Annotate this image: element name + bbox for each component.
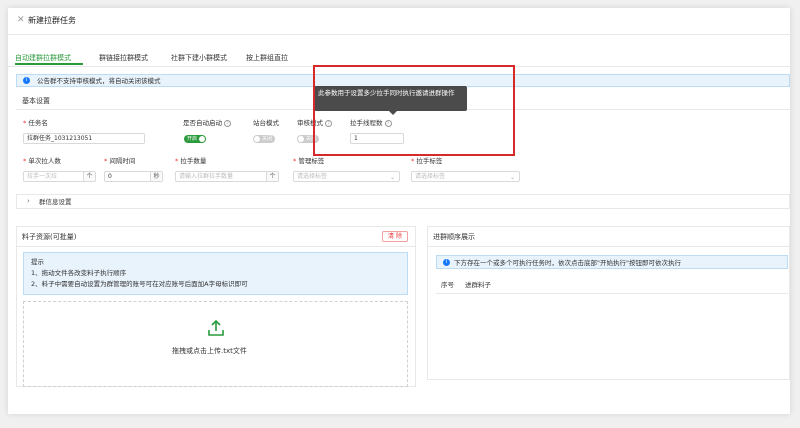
active-tab-indicator xyxy=(15,63,83,65)
tip-line: 2、料子中需要自动设置为群管理的账号可在对应账号后面加A字母标识即可 xyxy=(31,280,248,288)
interval-label: * 间隔时间 xyxy=(104,157,136,165)
interval-input[interactable]: 0秒 xyxy=(104,171,163,182)
group-info-label: 群信息设置 xyxy=(39,198,72,206)
unit-addon: 秒 xyxy=(150,172,162,181)
tip-line: 1、拖动文件各改变料子执行顺序 xyxy=(31,269,127,277)
close-icon[interactable]: ✕ xyxy=(17,16,25,25)
info-icon: i xyxy=(23,77,30,84)
unit-addon: 个 xyxy=(266,172,278,181)
divider xyxy=(427,246,790,247)
upload-text: 拖拽或点击上传.txt文件 xyxy=(172,347,247,355)
order-notice: i 下方存在一个或多个可执行任务时，依次点击底部"开始执行"按钮即可依次执行 xyxy=(436,255,788,269)
material-heading: 料子资源(可批量) xyxy=(22,233,77,241)
puller-count-label: * 拉手数量 xyxy=(175,157,207,165)
order-notice-text: 下方存在一个或多个可执行任务时，依次点击底部"开始执行"按钮即可依次执行 xyxy=(454,259,681,267)
dialog-title: 新建拉群任务 xyxy=(28,16,76,25)
task-name-input[interactable]: 拉群任务_1031213051 xyxy=(23,133,145,144)
clear-button[interactable]: 清 除 xyxy=(382,231,408,242)
puller-tag-label: * 拉手标签 xyxy=(411,157,443,165)
auto-start-label: 是否自动启动? xyxy=(183,119,231,127)
title-bar: ✕ 新建拉群任务 xyxy=(8,8,790,35)
divider xyxy=(16,246,416,247)
chevron-down-icon: ⌄ xyxy=(509,174,515,181)
help-icon[interactable]: ? xyxy=(224,119,231,127)
order-panel xyxy=(427,226,790,380)
per-invite-input[interactable]: 拉手一次拉个 xyxy=(23,171,96,182)
divider xyxy=(436,293,788,294)
chevron-down-icon: ⌄ xyxy=(389,174,395,181)
tab-group-link[interactable]: 群链接拉群模式 xyxy=(99,52,148,64)
chevron-right-icon: › xyxy=(27,197,30,205)
unit-addon: 个 xyxy=(83,172,95,181)
group-info-collapse[interactable]: › 群信息设置 xyxy=(16,194,790,209)
column-header-index: 序号 xyxy=(441,281,454,289)
upload-icon xyxy=(208,319,224,336)
column-header-material: 进群料子 xyxy=(465,281,491,289)
tab-community-subgroup[interactable]: 社群下建小群模式 xyxy=(171,52,227,64)
auto-start-toggle[interactable]: 开启 xyxy=(184,135,206,143)
order-heading: 进群顺序展示 xyxy=(433,233,475,241)
task-name-label: * 任务名 xyxy=(23,119,48,127)
admin-tag-label: * 管理标签 xyxy=(293,157,325,165)
puller-tag-select[interactable]: 请选择标签 ⌄ xyxy=(411,171,520,182)
notice-text: 公告群不支持审核模式，将自动关闭该模式 xyxy=(37,77,161,85)
tip-title: 提示 xyxy=(31,258,44,266)
admin-tag-select[interactable]: 请选择标签 ⌄ xyxy=(293,171,400,182)
material-tip-box: 提示 1、拖动文件各改变料子执行顺序 2、料子中需要自动设置为群管理的账号可在对… xyxy=(23,252,408,295)
tab-direct-pull[interactable]: 按上群组直拉 xyxy=(246,52,288,64)
info-icon: i xyxy=(443,259,450,266)
upload-dropzone[interactable]: 拖拽或点击上传.txt文件 xyxy=(23,301,408,387)
mode-tabs: 自动建群拉群模式 群链接拉群模式 社群下建小群模式 按上群组直拉 xyxy=(8,44,790,67)
station-mode-label: 站台模式 xyxy=(253,119,279,127)
per-invite-label: * 单次拉人数 xyxy=(23,157,61,165)
station-mode-toggle[interactable]: 关闭 xyxy=(253,135,275,143)
basic-settings-heading: 基本设置 xyxy=(22,97,50,105)
highlight-box xyxy=(313,65,515,156)
puller-count-input[interactable]: 请输入拉群拉手数量个 xyxy=(175,171,279,182)
